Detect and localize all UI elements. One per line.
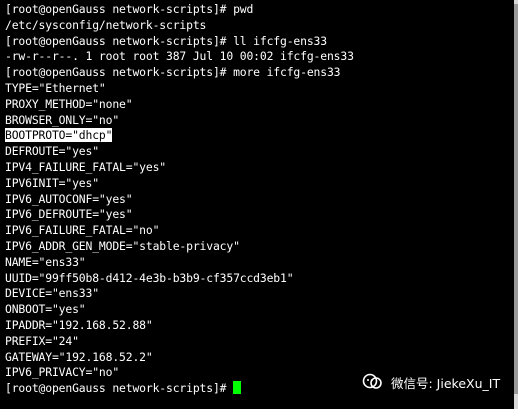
output-line: IPV6INIT="yes" bbox=[5, 176, 518, 192]
output-line-text: BOOTPROTO="dhcp" bbox=[5, 128, 113, 143]
output-line: UUID="99ff50b8-d412-4e3b-b3b9-cf357ccd3e… bbox=[5, 271, 518, 287]
output-line: [root@openGauss network-scripts]# more i… bbox=[5, 65, 518, 81]
selected-output-line: BOOTPROTO="dhcp" bbox=[5, 128, 518, 144]
output-line-text: IPV6_DEFROUTE="yes" bbox=[5, 207, 133, 222]
scrollbar-thumb[interactable] bbox=[514, 4, 518, 394]
output-line-text: IPV4_FAILURE_FATAL="yes" bbox=[5, 159, 166, 174]
output-line: [root@openGauss network-scripts]# pwd bbox=[5, 2, 518, 18]
output-line: BROWSER_ONLY="no" bbox=[5, 113, 518, 129]
output-line-text: IPV6INIT="yes" bbox=[5, 175, 99, 190]
output-line-text: PROXY_METHOD="none" bbox=[5, 96, 133, 111]
output-line: IPADDR="192.168.52.88" bbox=[5, 318, 518, 334]
watermark: 微信号: JiekeXu_IT bbox=[361, 372, 500, 392]
watermark-text: 微信号: JiekeXu_IT bbox=[391, 375, 501, 391]
text-cursor bbox=[233, 381, 242, 395]
output-line: /etc/sysconfig/network-scripts bbox=[5, 18, 518, 34]
output-line: IPV6_FAILURE_FATAL="no" bbox=[5, 223, 518, 239]
output-line-text: IPV6_AUTOCONF="yes" bbox=[5, 191, 133, 206]
output-line-text: PREFIX="24" bbox=[5, 333, 79, 348]
output-line-text: [root@openGauss network-scripts]# pwd bbox=[5, 2, 254, 16]
output-line-text: IPADDR="192.168.52.88" bbox=[5, 317, 153, 332]
output-line: PREFIX="24" bbox=[5, 334, 518, 350]
output-line: IPV4_FAILURE_FATAL="yes" bbox=[5, 160, 518, 176]
output-line: IPV6_DEFROUTE="yes" bbox=[5, 207, 518, 223]
terminal-output: [root@openGauss network-scripts]# pwd/et… bbox=[5, 2, 518, 381]
output-line-text: [root@openGauss network-scripts]# more i… bbox=[5, 65, 341, 80]
output-line: DEFROUTE="yes" bbox=[5, 144, 518, 160]
output-line-text: IPV6_FAILURE_FATAL="no" bbox=[5, 223, 160, 238]
wechat-official-account-icon bbox=[362, 373, 382, 389]
output-line-text: BROWSER_ONLY="no" bbox=[5, 112, 120, 127]
output-line-text: DEFROUTE="yes" bbox=[5, 144, 99, 159]
output-line-text: UUID="99ff50b8-d412-4e3b-b3b9-cf357ccd3e… bbox=[5, 270, 294, 285]
output-line: DEVICE="ens33" bbox=[5, 286, 518, 302]
output-line: -rw-r--r--. 1 root root 387 Jul 10 00:02… bbox=[5, 49, 518, 65]
output-line: IPV6_AUTOCONF="yes" bbox=[5, 192, 518, 208]
prompt-text: [root@openGauss network-scripts]# bbox=[5, 381, 234, 396]
output-line: GATEWAY="192.168.52.2" bbox=[5, 350, 518, 366]
output-line: IPV6_ADDR_GEN_MODE="stable-privacy" bbox=[5, 239, 518, 255]
output-line-text: /etc/sysconfig/network-scripts bbox=[5, 17, 207, 32]
output-line: NAME="ens33" bbox=[5, 255, 518, 271]
output-line: [root@openGauss network-scripts]# ll ifc… bbox=[5, 34, 518, 50]
output-line-text: TYPE="Ethernet" bbox=[5, 80, 106, 95]
output-line-text: IPV6_ADDR_GEN_MODE="stable-privacy" bbox=[5, 238, 240, 253]
output-line-text: IPV6_PRIVACY="no" bbox=[5, 365, 120, 380]
output-line: ONBOOT="yes" bbox=[5, 302, 518, 318]
terminal-window[interactable]: [root@openGauss network-scripts]# pwd/et… bbox=[0, 0, 518, 409]
output-line-text: [root@openGauss network-scripts]# ll ifc… bbox=[5, 33, 327, 48]
scrollbar[interactable] bbox=[514, 0, 518, 409]
output-line: TYPE="Ethernet" bbox=[5, 81, 518, 97]
output-line-text: NAME="ens33" bbox=[5, 254, 86, 269]
output-line: PROXY_METHOD="none" bbox=[5, 97, 518, 113]
output-line-text: DEVICE="ens33" bbox=[5, 286, 99, 301]
output-line-text: GATEWAY="192.168.52.2" bbox=[5, 349, 153, 364]
output-line-text: ONBOOT="yes" bbox=[5, 302, 86, 317]
output-line-text: -rw-r--r--. 1 root root 387 Jul 10 00:02… bbox=[5, 49, 354, 64]
